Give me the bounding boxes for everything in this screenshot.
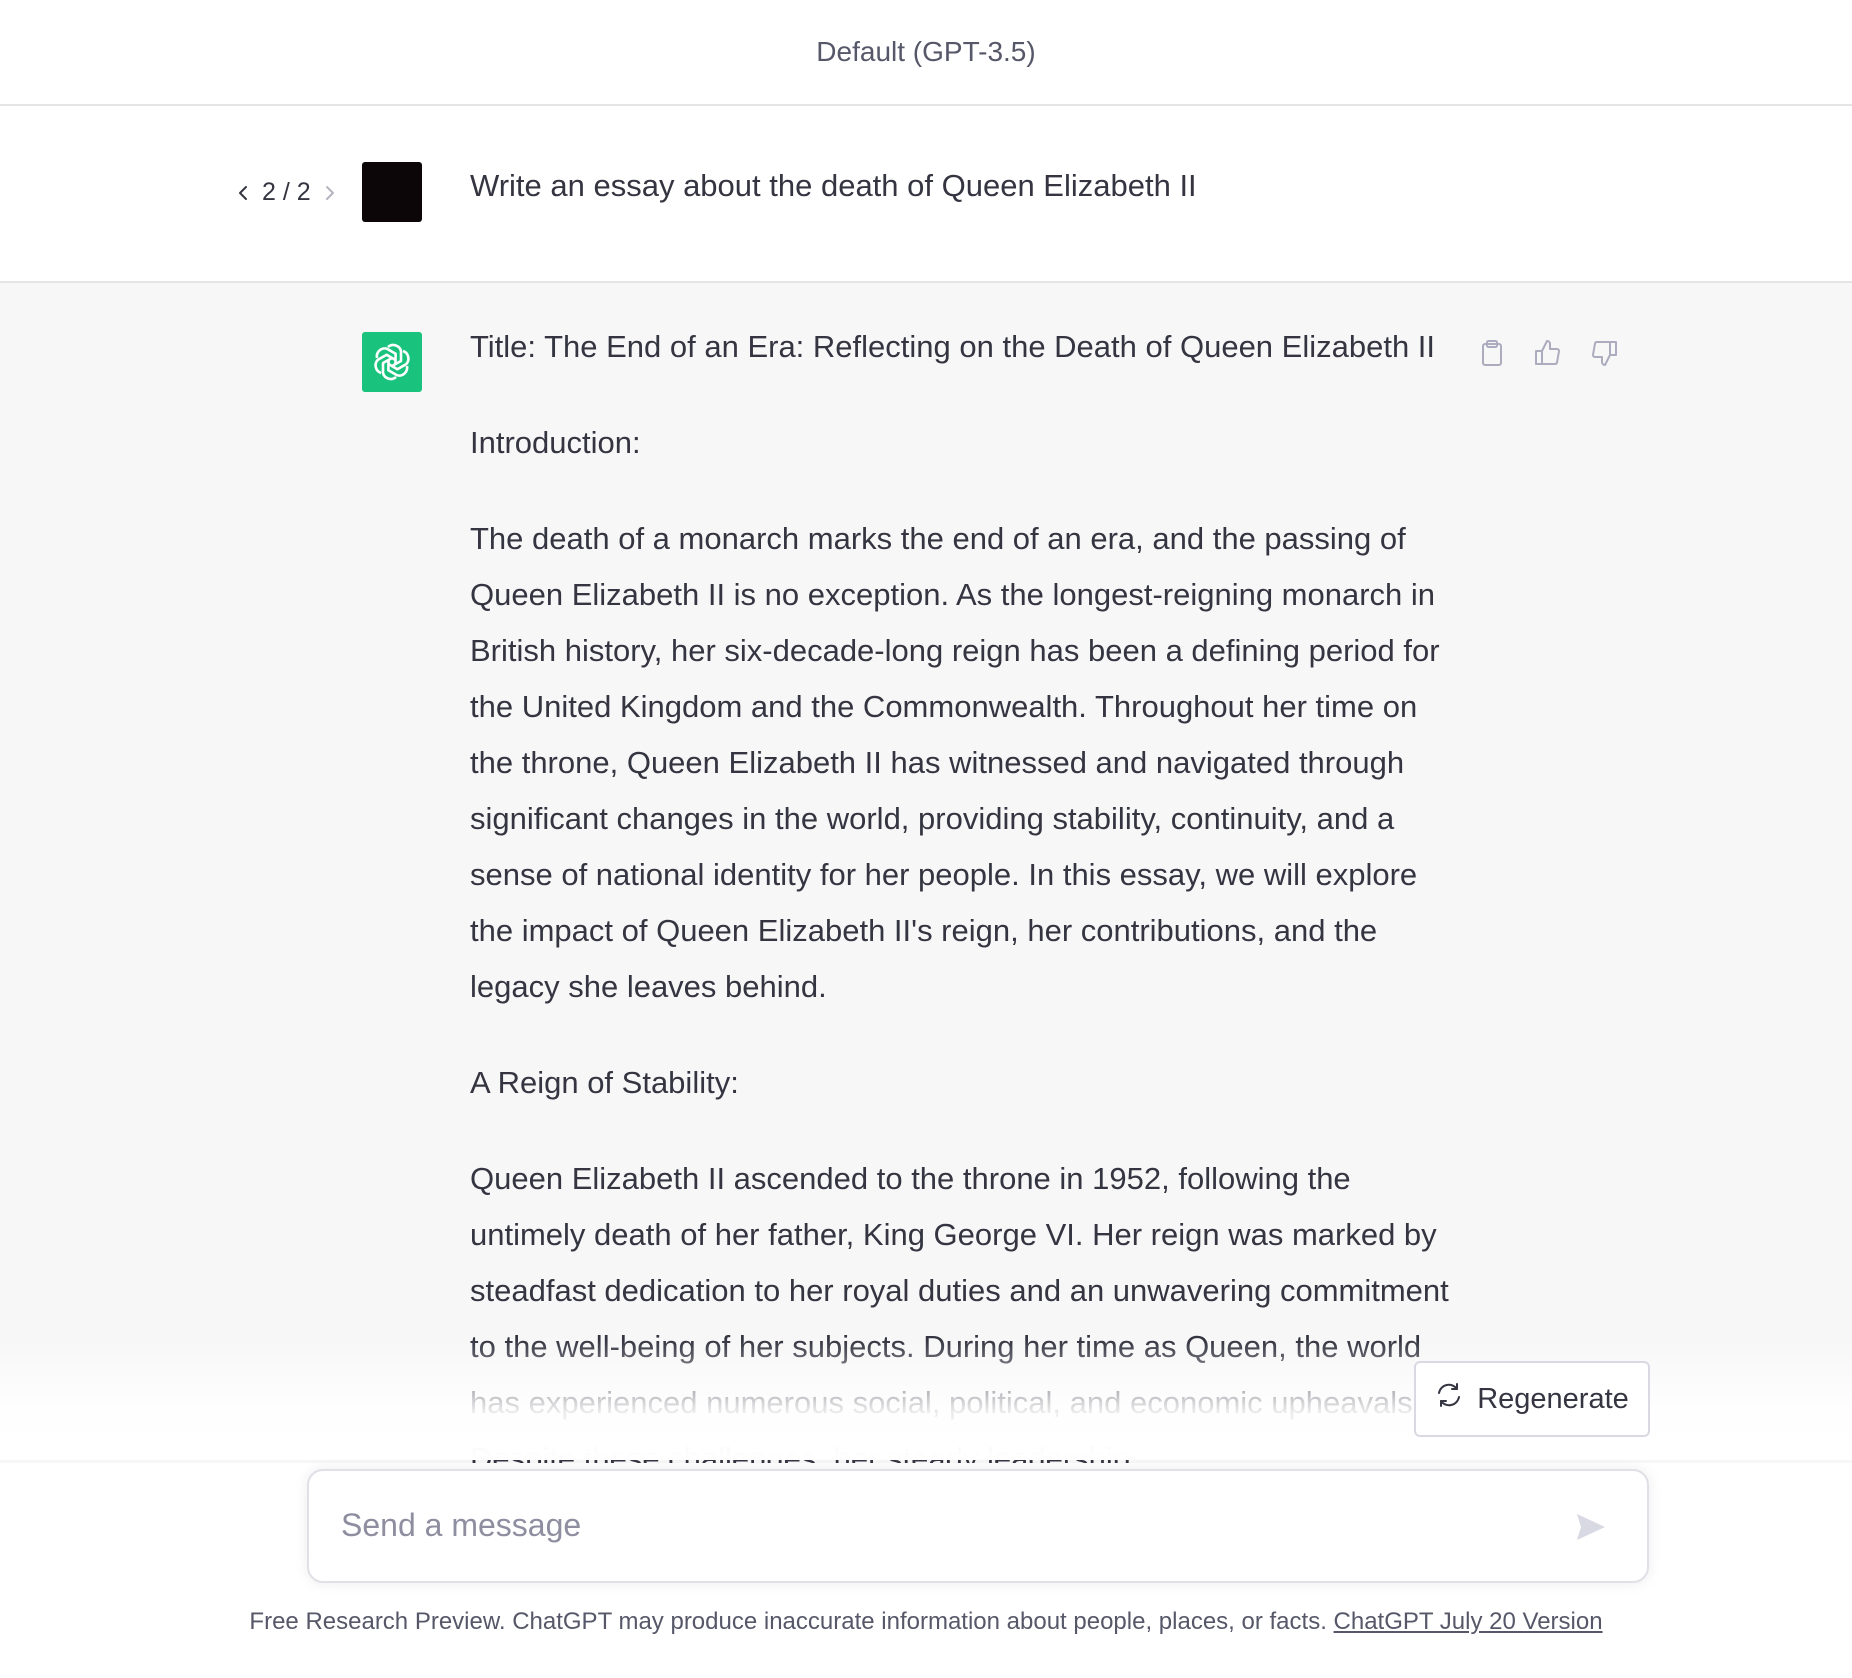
paragraph: The death of a monarch marks the end of … — [470, 521, 1440, 1004]
chat-page: Default (GPT-3.5) 2 / 2 Write an essay a… — [0, 0, 1852, 1678]
clipboard-icon[interactable] — [1476, 337, 1508, 369]
model-name: Default (GPT-3.5) — [816, 36, 1036, 67]
send-icon[interactable] — [1573, 1509, 1609, 1545]
message-actions — [1476, 337, 1620, 369]
user-avatar — [362, 162, 422, 222]
refresh-icon — [1435, 1381, 1463, 1417]
regenerate-button[interactable]: Regenerate — [1414, 1361, 1650, 1437]
footer-text: Free Research Preview. ChatGPT may produ… — [249, 1608, 1334, 1635]
user-message-text: Write an essay about the death of Queen … — [470, 168, 1197, 203]
chatgpt-logo-icon — [362, 332, 422, 392]
regenerate-label: Regenerate — [1477, 1382, 1629, 1415]
footer-disclaimer: Free Research Preview. ChatGPT may produ… — [0, 1608, 1852, 1636]
thumbs-up-icon[interactable] — [1532, 337, 1564, 369]
response-pager: 2 / 2 — [232, 178, 341, 207]
chevron-left-icon[interactable] — [232, 182, 254, 204]
essay-title: Title: The End of an Era: Reflecting on … — [470, 329, 1436, 364]
user-message-row: 2 / 2 Write an essay about the death of … — [0, 106, 1852, 283]
section-heading: Introduction: — [470, 425, 641, 460]
thumbs-down-icon[interactable] — [1588, 337, 1620, 369]
chevron-right-icon[interactable] — [319, 182, 341, 204]
pager-count: 2 / 2 — [262, 178, 311, 206]
version-link[interactable]: ChatGPT July 20 Version — [1334, 1608, 1603, 1635]
message-input-placeholder: Send a message — [341, 1507, 582, 1543]
section-heading: A Reign of Stability: — [470, 1065, 739, 1100]
message-input[interactable]: Send a message — [307, 1469, 1649, 1583]
model-bar: Default (GPT-3.5) — [0, 0, 1852, 106]
